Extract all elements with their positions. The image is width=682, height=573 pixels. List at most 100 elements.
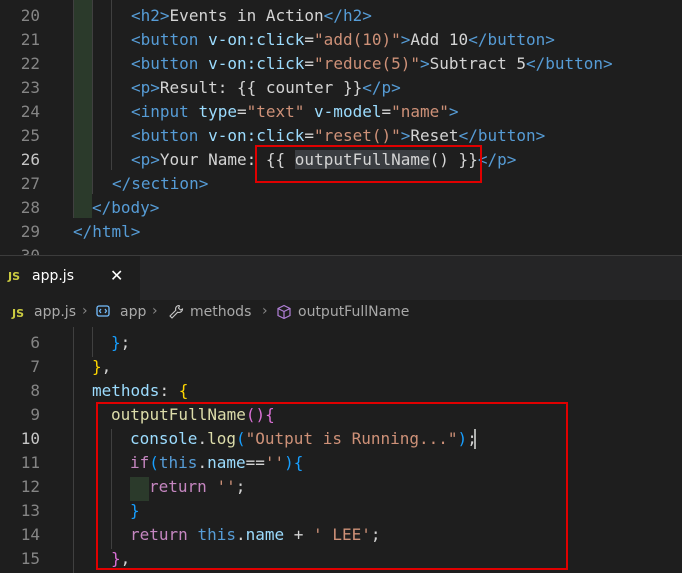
code-token: "add(10)" xyxy=(314,30,401,49)
code-token: < xyxy=(131,102,141,121)
line-number: 13 xyxy=(20,501,40,520)
code-line[interactable]: 28 </body> xyxy=(0,196,682,220)
code-token: > xyxy=(150,150,160,169)
js-file-icon: JS xyxy=(12,307,25,320)
method-cube-icon xyxy=(276,304,292,320)
code-line[interactable]: 24 <input type="text" v-model="name"> xyxy=(0,100,682,124)
breadcrumb: JS app.js › app › methods › outputFullNa… xyxy=(0,300,682,327)
code-token: section xyxy=(131,174,199,193)
line-number: 27 xyxy=(20,174,40,193)
code-line[interactable]: 8 methods: { xyxy=(0,379,682,403)
breadcrumb-file[interactable]: app.js xyxy=(34,304,76,320)
line-number: 12 xyxy=(20,477,40,496)
line-number: 20 xyxy=(20,6,40,25)
code-token: "reduce(5)" xyxy=(314,54,421,73)
breadcrumb-methods[interactable]: methods xyxy=(190,304,251,320)
code-token: </ xyxy=(92,198,112,217)
code-token: > xyxy=(149,198,160,217)
code-token: ; xyxy=(120,333,131,352)
code-token: </ xyxy=(468,30,488,49)
code-token: </ xyxy=(323,6,343,25)
chevron-right-icon: › xyxy=(82,303,88,319)
js-file-icon: JS xyxy=(8,270,21,283)
code-token: < xyxy=(131,126,141,145)
line-number: 10 xyxy=(20,429,40,448)
wrench-icon xyxy=(168,304,184,320)
code-token: "name" xyxy=(391,102,449,121)
code-token: > xyxy=(198,174,209,193)
code-token: </ xyxy=(73,222,93,241)
code-token: > xyxy=(603,54,613,73)
code-token: > xyxy=(400,126,411,145)
code-line[interactable]: 29 </html> xyxy=(0,220,682,244)
code-token: > xyxy=(159,6,170,25)
breadcrumb-method[interactable]: outputFullName xyxy=(298,304,409,320)
chevron-right-icon: › xyxy=(152,303,158,319)
code-text: </html> xyxy=(73,220,140,244)
code-line[interactable]: 30 xyxy=(0,244,682,255)
code-token: methods xyxy=(92,381,160,400)
breadcrumb-app[interactable]: app xyxy=(120,304,146,320)
code-line[interactable]: 20 <h2>Events in Action</h2> xyxy=(0,4,682,28)
editor-tab-bar: JS app.js ✕ xyxy=(0,255,682,301)
code-token: > xyxy=(535,126,546,145)
code-token: { xyxy=(178,381,189,400)
code-text: <h2>Events in Action</h2> xyxy=(131,4,372,28)
code-token: </ xyxy=(525,54,546,73)
code-token: p xyxy=(381,78,392,97)
code-token: , xyxy=(101,357,112,376)
module-icon xyxy=(96,305,110,317)
code-token: < xyxy=(131,150,141,169)
code-text: }, xyxy=(92,355,111,379)
code-line[interactable]: 7}, xyxy=(0,355,682,379)
code-token: = xyxy=(304,126,315,145)
code-token: input xyxy=(140,102,199,121)
code-token: > xyxy=(362,6,372,25)
line-number: 8 xyxy=(30,381,40,400)
code-token: = xyxy=(304,54,315,73)
code-token: = xyxy=(304,30,315,49)
code-token: button xyxy=(487,30,546,49)
line-number: 9 xyxy=(30,405,40,424)
code-token: button xyxy=(140,54,209,73)
code-token: h2 xyxy=(342,6,363,25)
code-text: methods: { xyxy=(92,379,188,403)
code-token: Add 10 xyxy=(410,30,469,49)
code-token: } xyxy=(111,333,121,352)
code-token: Subtract 5 xyxy=(429,54,526,73)
code-token: button xyxy=(545,54,604,73)
code-line[interactable]: 23 <p>Result: {{ counter }}</p> xyxy=(0,76,682,100)
code-token: "reset()" xyxy=(314,126,401,145)
code-line[interactable]: 22 <button v-on:click="reduce(5)">Subtrac… xyxy=(0,52,682,76)
line-number: 24 xyxy=(20,102,40,121)
chevron-right-icon: › xyxy=(262,303,268,319)
code-token: > xyxy=(150,78,160,97)
code-token: = xyxy=(381,102,392,121)
code-line[interactable]: 21 <button v-on:click="add(10)">Add 10</b… xyxy=(0,28,682,52)
line-number: 21 xyxy=(20,30,40,49)
code-token: p xyxy=(140,150,151,169)
close-icon[interactable]: ✕ xyxy=(110,266,123,285)
code-token: : xyxy=(159,381,179,400)
code-token: < xyxy=(131,30,141,49)
code-line[interactable]: 6}; xyxy=(0,331,682,355)
code-token: h2 xyxy=(140,6,160,25)
line-number: 6 xyxy=(30,333,40,352)
line-number: 11 xyxy=(20,453,40,472)
code-token: v-on:click xyxy=(208,54,305,73)
tab-app-js[interactable]: JS app.js ✕ xyxy=(0,256,140,301)
code-token: </ xyxy=(362,78,382,97)
code-token: button xyxy=(477,126,536,145)
code-text: <input type="text" v-model="name"> xyxy=(131,100,459,124)
line-number: 26 xyxy=(20,150,40,169)
code-token: > xyxy=(420,54,430,73)
code-text: <p>Result: {{ counter }}</p> xyxy=(131,76,401,100)
code-token: </ xyxy=(458,126,478,145)
code-token: } xyxy=(92,357,102,376)
line-number: 23 xyxy=(20,78,40,97)
html-editor-pane[interactable]: 20 <h2>Events in Action</h2> 21 <button v-o… xyxy=(0,0,682,255)
tab-label: app.js xyxy=(32,268,74,284)
code-token: > xyxy=(545,30,555,49)
code-token: button xyxy=(140,126,209,145)
highlight-box-method xyxy=(96,402,568,570)
